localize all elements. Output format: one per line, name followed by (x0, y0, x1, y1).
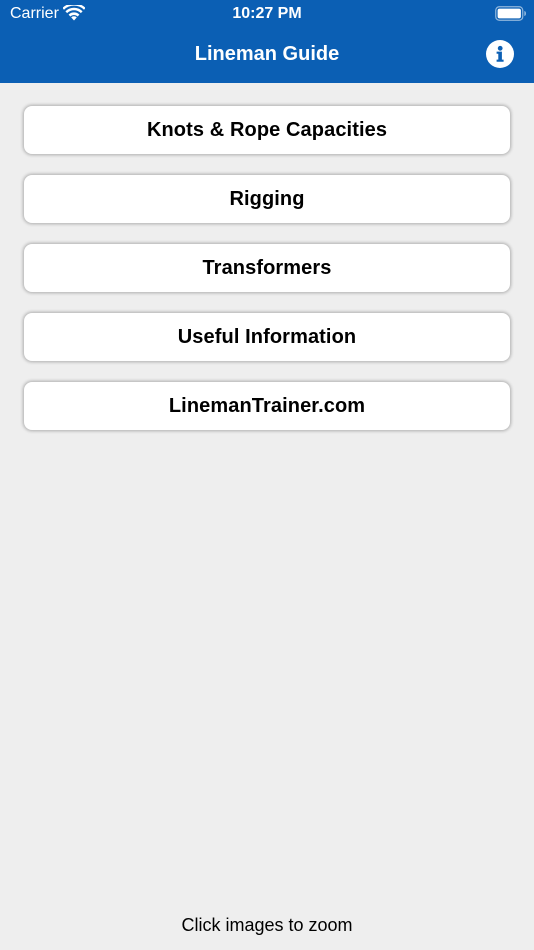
menu-item-label: Rigging (229, 187, 305, 210)
page-title: Lineman Guide (194, 43, 340, 65)
menu-item-label: Useful Information (177, 325, 357, 348)
main-menu: Knots & Rope Capacities Rigging Transfor… (24, 106, 510, 451)
info-icon (496, 45, 504, 62)
info-button[interactable] (486, 40, 514, 68)
zoom-hint: Click images to zoom (181, 915, 353, 935)
transformers-button[interactable]: Transformers (24, 244, 510, 292)
menu-item-label: Knots & Rope Capacities (146, 118, 388, 141)
top-bar: Carrier 10:27 PM Lineman Guide (0, 0, 534, 83)
clock: 10:27 PM (232, 5, 302, 22)
menu-item-label: LinemanTrainer.com (168, 394, 366, 417)
useful-information-button[interactable]: Useful Information (24, 313, 510, 361)
battery-icon (495, 6, 527, 21)
status-bar: Carrier 10:27 PM (0, 0, 534, 28)
app-screen: Carrier 10:27 PM Lineman Guide Knots & R… (0, 0, 534, 950)
lineman-trainer-link-button[interactable]: LinemanTrainer.com (24, 382, 510, 430)
navigation-bar: Lineman Guide (0, 28, 534, 83)
rigging-button[interactable]: Rigging (24, 175, 510, 223)
knots-rope-capacities-button[interactable]: Knots & Rope Capacities (24, 106, 510, 154)
menu-item-label: Transformers (202, 256, 332, 279)
